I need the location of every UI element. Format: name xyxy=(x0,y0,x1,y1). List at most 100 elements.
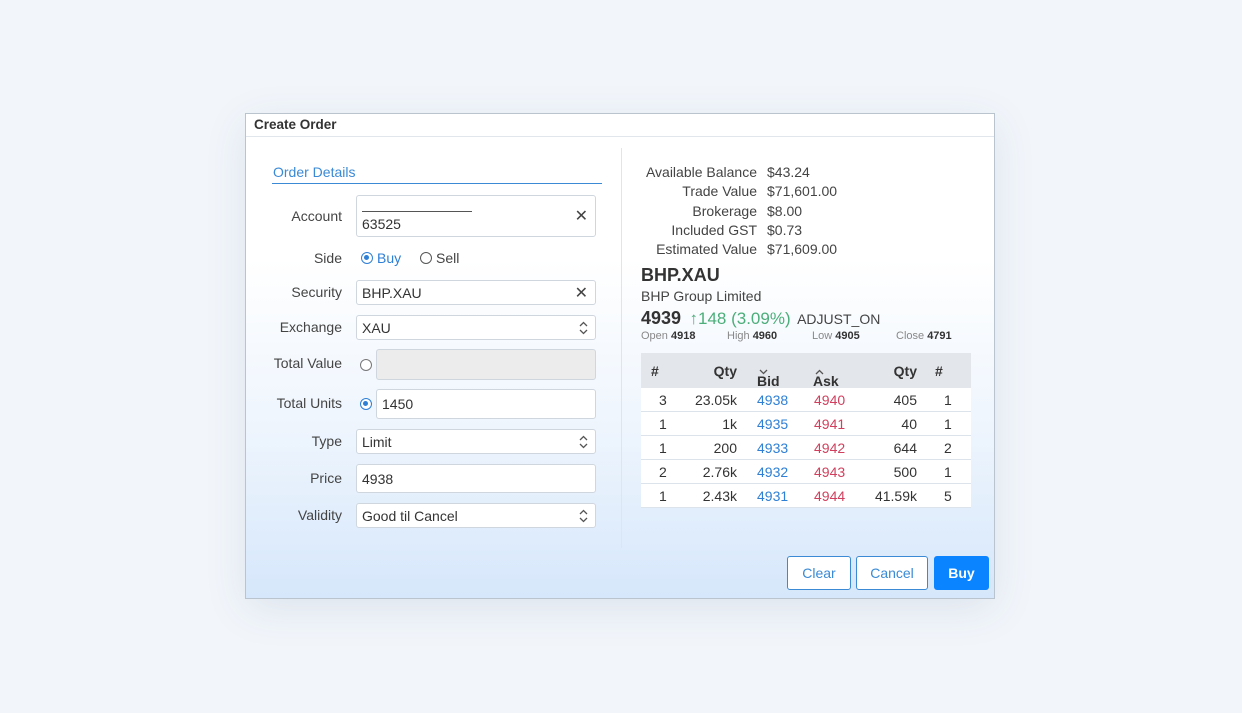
type-select[interactable]: Limit xyxy=(356,429,596,454)
summary-label: Brokerage xyxy=(692,203,757,219)
close-icon[interactable]: ✕ xyxy=(575,206,588,226)
ask-count: 2 xyxy=(944,440,952,456)
header-ask-qty: Qty xyxy=(893,363,917,379)
exchange-value: XAU xyxy=(362,319,391,336)
bid-qty: 1k xyxy=(722,416,737,432)
cancel-button[interactable]: Cancel xyxy=(856,556,928,590)
side-buy-radio[interactable] xyxy=(361,252,373,264)
account-value: 63525 xyxy=(362,216,401,232)
bid-price[interactable]: 4935 xyxy=(757,416,788,432)
side-sell-radio[interactable] xyxy=(420,252,432,264)
dialog-titlebar: Create Order xyxy=(246,114,994,137)
type-label: Type xyxy=(311,433,342,449)
ohlc-close: Close 4791 xyxy=(896,330,952,342)
total-value-radio[interactable] xyxy=(360,359,372,371)
header-bid-count: # xyxy=(651,363,659,379)
bid-price[interactable]: 4932 xyxy=(757,464,788,480)
depth-header: # Qty Bid Ask Qty # xyxy=(641,353,971,389)
depth-row: 2 2.76k 4932 4943 500 1 xyxy=(641,460,971,484)
dialog-title: Create Order xyxy=(254,117,337,132)
bid-qty: 200 xyxy=(713,440,737,456)
security-name: BHP Group Limited xyxy=(641,288,762,304)
ask-qty: 500 xyxy=(893,464,917,480)
ask-qty: 405 xyxy=(893,392,917,408)
summary-value: $8.00 xyxy=(767,203,803,219)
depth-row: 1 2.43k 4931 4944 41.59k 5 xyxy=(641,484,971,508)
side-buy-label[interactable]: Buy xyxy=(377,250,401,266)
last-price: 4939 xyxy=(641,308,682,328)
price-change-value: 148 (3.09%) xyxy=(698,309,791,328)
depth-row: 1 200 4933 4942 644 2 xyxy=(641,436,971,460)
bid-price[interactable]: 4938 xyxy=(757,392,788,408)
ohlc-high: High 4960 xyxy=(727,330,778,342)
summary-value: $0.73 xyxy=(767,222,803,238)
total-units-radio[interactable] xyxy=(360,398,372,410)
header-ask[interactable]: Ask xyxy=(813,363,839,389)
bid-qty: 2.76k xyxy=(702,464,737,480)
depth-row: 3 23.05k 4938 4940 405 1 xyxy=(641,388,971,412)
up-down-chevron-icon xyxy=(579,509,588,522)
summary-label: Available Balance xyxy=(645,164,757,180)
ask-qty: 41.59k xyxy=(874,488,917,504)
bid-count: 1 xyxy=(659,416,667,432)
ohlc-low: Low 4905 xyxy=(812,330,860,342)
security-code: BHP.XAU xyxy=(641,265,720,285)
bid-count: 3 xyxy=(659,392,667,408)
total-units-label: Total Units xyxy=(276,395,342,411)
ask-price[interactable]: 4943 xyxy=(814,464,845,480)
account-underline xyxy=(362,211,472,212)
security-field[interactable]: BHP.XAU ✕ xyxy=(356,280,596,305)
ask-count: 1 xyxy=(944,392,952,408)
side-sell-label[interactable]: Sell xyxy=(436,250,459,266)
account-field[interactable]: 63525 ✕ xyxy=(356,195,596,237)
up-down-chevron-icon xyxy=(579,435,588,448)
bid-count: 1 xyxy=(659,488,667,504)
clear-button[interactable]: Clear xyxy=(787,556,851,590)
type-value: Limit xyxy=(362,433,392,450)
summary-label: Estimated Value xyxy=(656,241,757,257)
validity-select[interactable]: Good til Cancel xyxy=(356,503,596,528)
ask-qty: 644 xyxy=(893,440,917,456)
ask-count: 5 xyxy=(944,488,952,504)
total-units-input[interactable]: 1450 xyxy=(376,389,596,419)
ohlc-open: Open 4918 xyxy=(641,330,696,342)
bid-count: 2 xyxy=(659,464,667,480)
header-bid[interactable]: Bid xyxy=(757,363,780,389)
summary-value: $71,601.00 xyxy=(767,183,838,199)
validity-value: Good til Cancel xyxy=(362,507,458,524)
summary-value: $43.24 xyxy=(767,164,810,180)
up-down-chevron-icon xyxy=(579,321,588,334)
side-label: Side xyxy=(313,250,342,266)
price-change: ↑148 (3.09%) xyxy=(690,309,791,328)
order-details-title: Order Details xyxy=(273,164,356,180)
total-units-value: 1450 xyxy=(382,396,414,412)
ask-count: 1 xyxy=(944,416,952,432)
ask-price[interactable]: 4944 xyxy=(814,488,845,504)
ask-price[interactable]: 4942 xyxy=(814,440,845,456)
summary-value: $71,609.00 xyxy=(767,241,838,257)
depth-row: 1 1k 4935 4941 40 1 xyxy=(641,412,971,436)
bid-price[interactable]: 4931 xyxy=(757,488,788,504)
bid-count: 1 xyxy=(659,440,667,456)
price-input[interactable]: 4938 xyxy=(356,464,596,493)
price-value: 4938 xyxy=(362,470,394,487)
total-value-input[interactable] xyxy=(376,349,596,380)
total-value-label: Total Value xyxy=(273,355,342,371)
header-bid-qty: Qty xyxy=(713,363,737,379)
close-icon[interactable]: ✕ xyxy=(575,283,588,303)
market-depth-table: # Qty Bid Ask Qty # 3 23.05k 4938 4940 4… xyxy=(641,353,971,508)
ask-qty: 40 xyxy=(901,416,917,432)
bid-qty: 2.43k xyxy=(702,488,737,504)
ask-price[interactable]: 4940 xyxy=(814,392,845,408)
bid-price[interactable]: 4933 xyxy=(757,440,788,456)
security-flag: ADJUST_ON xyxy=(797,311,881,327)
exchange-select[interactable]: XAU xyxy=(356,315,596,340)
account-label: Account xyxy=(291,208,342,224)
security-label: Security xyxy=(291,284,342,300)
buy-button[interactable]: Buy xyxy=(934,556,989,590)
summary-label: Trade Value xyxy=(682,183,757,199)
bid-qty: 23.05k xyxy=(694,392,737,408)
ask-price[interactable]: 4941 xyxy=(814,416,845,432)
create-order-dialog: Create Order Order Details Account 63525… xyxy=(245,113,995,599)
security-value: BHP.XAU xyxy=(362,284,422,301)
